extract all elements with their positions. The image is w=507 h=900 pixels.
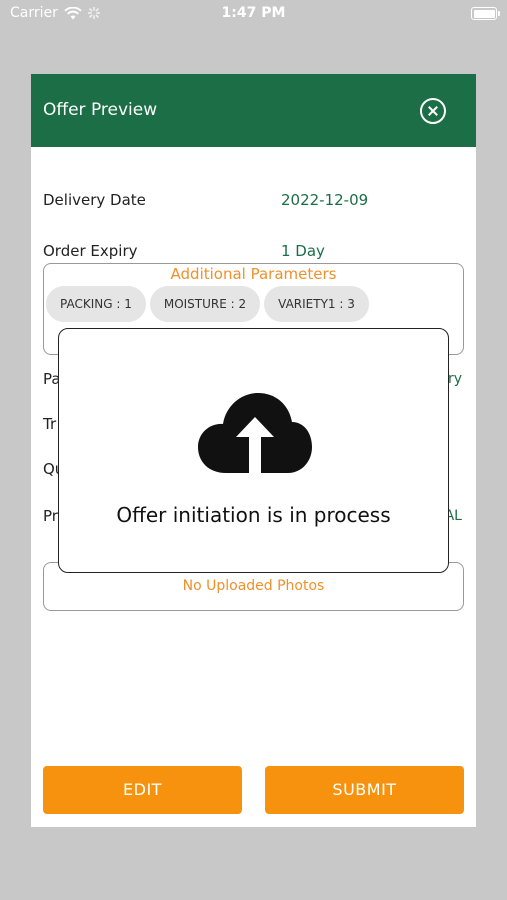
additional-parameters-title: Additional Parameters <box>170 265 337 283</box>
delivery-date-label: Delivery Date <box>43 191 146 209</box>
status-time: 1:47 PM <box>221 5 286 21</box>
card-header: Offer Preview <box>31 74 476 147</box>
submit-button[interactable]: SUBMIT <box>265 766 464 814</box>
close-icon[interactable] <box>420 98 446 124</box>
row-label-partial-2: Tr <box>43 415 57 433</box>
no-photos-label: No Uploaded Photos <box>182 578 325 594</box>
parameter-chip-packing[interactable]: PACKING : 1 <box>46 286 146 322</box>
progress-modal: Offer initiation is in process <box>58 328 449 573</box>
status-bar: Carrier 1:47 PM <box>0 0 507 28</box>
order-expiry-value: 1 Day <box>281 242 325 260</box>
dialog-title: Offer Preview <box>43 100 158 120</box>
delivery-date-value: 2022-12-09 <box>281 191 369 209</box>
battery-icon <box>471 7 500 20</box>
parameter-chip-variety[interactable]: VARIETY1 : 3 <box>264 286 369 322</box>
parameter-chip-moisture[interactable]: MOISTURE : 2 <box>149 286 261 322</box>
row-value-partial-1: ry <box>447 371 462 387</box>
row-label-partial-4: Pr <box>43 507 58 525</box>
order-expiry-label: Order Expiry <box>43 242 138 260</box>
parameter-chips: PACKING : 1 MOISTURE : 2 VARIETY1 : 3 <box>46 286 369 322</box>
progress-message: Offer initiation is in process <box>116 503 391 527</box>
cloud-upload-icon <box>198 393 312 473</box>
edit-button[interactable]: EDIT <box>43 766 242 814</box>
